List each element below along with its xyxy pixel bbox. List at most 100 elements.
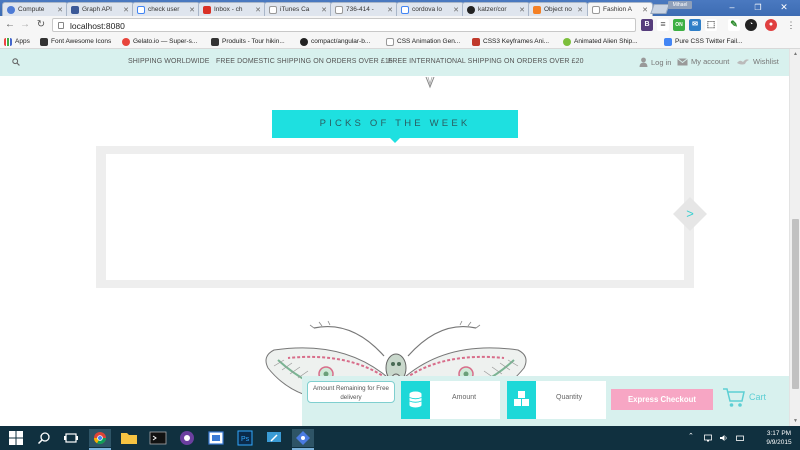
search-icon[interactable] bbox=[12, 58, 20, 66]
scroll-down-arrow-icon[interactable]: ▼ bbox=[790, 416, 800, 426]
app-window-icon[interactable] bbox=[205, 429, 227, 447]
windows-start-icon[interactable] bbox=[8, 430, 24, 446]
tab-cordova[interactable]: cordova lo ✕ bbox=[396, 2, 464, 16]
flag-icon bbox=[40, 37, 48, 46]
bookmark-pure-css-twitter[interactable]: Pure CSS Twitter Fail... bbox=[664, 36, 742, 47]
file-explorer-icon[interactable] bbox=[118, 429, 140, 447]
media-player-icon[interactable] bbox=[176, 429, 198, 447]
taskbar-clock[interactable]: 3:17 PM 9/9/2015 bbox=[759, 429, 799, 447]
bookmark-alien-ship[interactable]: Animated Alien Ship... bbox=[563, 36, 638, 47]
user-icon bbox=[639, 57, 648, 67]
bookmark-label: Gelato.io — Super-s... bbox=[133, 38, 198, 45]
tab-title: Fashion A bbox=[603, 6, 632, 13]
bookmark-produits[interactable]: Produits - Tour hikin... bbox=[211, 36, 285, 47]
close-tab-icon[interactable]: ✕ bbox=[519, 6, 525, 14]
tab-itunes[interactable]: iTunes Ca ✕ bbox=[264, 2, 332, 16]
minimize-icon[interactable]: – bbox=[720, 0, 744, 16]
tab-graph-api[interactable]: Graph API ✕ bbox=[66, 2, 134, 16]
address-bar[interactable]: localhost:8080 bbox=[52, 18, 636, 32]
wishlist-link[interactable]: Wishlist bbox=[736, 57, 779, 66]
cart-button[interactable]: Cart bbox=[722, 386, 766, 408]
terminal-icon[interactable] bbox=[147, 429, 169, 447]
remote-desktop-icon[interactable] bbox=[263, 429, 285, 447]
task-view-icon[interactable] bbox=[63, 430, 79, 446]
tray-chevron-icon[interactable]: ⌃ bbox=[688, 432, 694, 440]
bookmark-label: Produits - Tour hikin... bbox=[222, 38, 285, 45]
coins-icon bbox=[409, 391, 422, 408]
page-icon bbox=[335, 5, 343, 14]
tab-fashion[interactable]: Fashion A ✕ bbox=[587, 2, 653, 16]
page-info-icon[interactable] bbox=[58, 22, 64, 29]
bootstrap-extension-icon[interactable]: B bbox=[641, 19, 653, 31]
keyboard-icon[interactable] bbox=[736, 434, 744, 442]
close-tab-icon[interactable]: ✕ bbox=[321, 6, 327, 14]
cart-label: Cart bbox=[749, 392, 767, 402]
carousel-slide-area bbox=[106, 154, 684, 280]
bookmark-compact-angular[interactable]: compact/angular-b... bbox=[300, 36, 370, 47]
tab-title: katzer/cor bbox=[478, 6, 507, 13]
chrome-menu-icon[interactable]: ⋮ bbox=[784, 18, 798, 32]
profile-badge[interactable]: Mihael bbox=[668, 1, 692, 9]
search-icon[interactable] bbox=[36, 430, 52, 446]
close-tab-icon[interactable]: ✕ bbox=[387, 6, 393, 14]
restore-icon[interactable]: ❐ bbox=[746, 0, 770, 16]
product-carousel bbox=[96, 146, 694, 288]
close-tab-icon[interactable]: ✕ bbox=[189, 6, 195, 14]
express-checkout-button[interactable]: Express Checkout bbox=[611, 389, 713, 410]
windows-taskbar: Ps ⌃ 3:17 PM 9/9/2015 bbox=[0, 426, 800, 450]
bookmark-css3-keyframes[interactable]: CSS3 Keyframes Ani... bbox=[472, 36, 549, 47]
tab-check-user[interactable]: check user ✕ bbox=[132, 2, 200, 16]
page-icon bbox=[386, 37, 394, 46]
close-tab-icon[interactable]: ✕ bbox=[453, 6, 459, 14]
tab-736-414[interactable]: 736-414 - ✕ bbox=[330, 2, 398, 16]
close-tab-icon[interactable]: ✕ bbox=[255, 6, 261, 14]
my-account-link[interactable]: My account bbox=[677, 57, 729, 66]
page-scrollbar[interactable]: ▲ ▼ bbox=[789, 49, 800, 426]
scrollbar-thumb[interactable] bbox=[792, 219, 799, 389]
mail-extension-icon[interactable]: ✉ bbox=[689, 19, 701, 31]
on-extension-icon[interactable]: ON bbox=[673, 19, 685, 31]
bookmark-label: Pure CSS Twitter Fail... bbox=[675, 38, 743, 45]
mountain-icon bbox=[211, 37, 219, 46]
tab-compute[interactable]: Compute ✕ bbox=[2, 2, 68, 16]
login-link[interactable]: Log in bbox=[639, 57, 671, 67]
network-app-icon[interactable] bbox=[292, 429, 314, 447]
photoshop-icon[interactable]: Ps bbox=[234, 429, 256, 447]
clock-time: 3:17 PM bbox=[766, 430, 792, 437]
tab-title: Inbox - ch bbox=[214, 6, 243, 13]
quantity-label: Quantity bbox=[556, 394, 583, 401]
chevron-right-icon[interactable]: > bbox=[683, 205, 697, 223]
network-icon[interactable] bbox=[704, 434, 712, 442]
url-text[interactable]: localhost:8080 bbox=[70, 20, 125, 32]
quantity-field[interactable]: Quantity bbox=[536, 381, 606, 419]
scroll-up-arrow-icon[interactable]: ▲ bbox=[790, 49, 800, 59]
free-domestic-shipping-text: FREE DOMESTIC SHIPPING ON ORDERS OVER £1… bbox=[216, 58, 393, 65]
shipping-worldwide-text: SHIPPING WORLDWIDE bbox=[128, 58, 210, 65]
reload-icon[interactable]: ↻ bbox=[34, 18, 48, 32]
gauge-extension-icon[interactable]: ◔ bbox=[745, 19, 757, 31]
tab-inbox[interactable]: Inbox - ch ✕ bbox=[198, 2, 266, 16]
amount-field[interactable]: Amount bbox=[430, 381, 500, 419]
forward-arrow-icon[interactable]: → bbox=[18, 18, 32, 32]
tab-object[interactable]: Object no ✕ bbox=[528, 2, 588, 16]
bookmark-font-awesome[interactable]: Font Awesome Icons bbox=[40, 36, 111, 47]
tool-extension-icon[interactable]: ⬚ bbox=[705, 19, 717, 31]
close-tab-icon[interactable]: ✕ bbox=[123, 6, 129, 14]
volume-icon[interactable] bbox=[720, 434, 728, 442]
bookmark-gelato[interactable]: Gelato.io — Super-s... bbox=[122, 36, 197, 47]
back-arrow-icon[interactable]: ← bbox=[3, 18, 17, 32]
menu-extension-icon[interactable]: ≡ bbox=[657, 19, 669, 31]
bookmark-apps[interactable]: Apps bbox=[4, 36, 30, 47]
bookmark-css-animation[interactable]: CSS Animation Gen... bbox=[386, 36, 460, 47]
pipette-extension-icon[interactable]: ✎ bbox=[728, 19, 740, 31]
shopping-cart-icon bbox=[723, 388, 745, 407]
close-tab-icon[interactable]: ✕ bbox=[57, 6, 63, 14]
close-tab-icon[interactable]: ✕ bbox=[642, 6, 648, 14]
window-close-icon[interactable]: ✕ bbox=[772, 0, 796, 16]
tab-katzer[interactable]: katzer/cor ✕ bbox=[462, 2, 530, 16]
chrome-taskbar-icon[interactable] bbox=[89, 429, 111, 447]
checkout-bar: Amount Remaining for Free delivery Amoun… bbox=[302, 376, 789, 426]
close-tab-icon[interactable]: ✕ bbox=[577, 6, 583, 14]
bookmark-label: compact/angular-b... bbox=[311, 38, 371, 45]
record-extension-icon[interactable]: ● bbox=[765, 19, 777, 31]
